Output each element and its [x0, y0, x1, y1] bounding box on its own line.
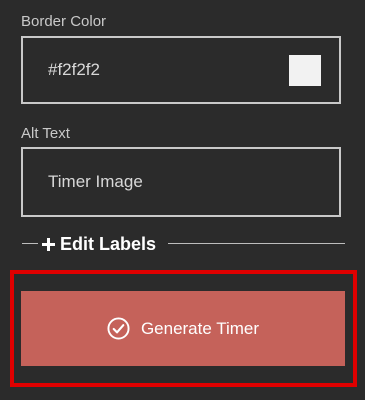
generate-timer-label: Generate Timer [140, 318, 260, 338]
color-swatch[interactable] [289, 55, 321, 86]
edit-labels-text: Edit Labels [60, 233, 157, 254]
check-circle-icon [107, 317, 130, 340]
divider-right [168, 243, 345, 244]
edit-labels-toggle[interactable]: Edit Labels [40, 232, 159, 256]
alt-text-field[interactable]: Timer Image [21, 147, 341, 217]
border-color-field[interactable]: #f2f2f2 [21, 36, 341, 104]
divider-left [22, 243, 38, 244]
plus-icon [42, 237, 55, 251]
border-color-label: Border Color [21, 13, 107, 30]
alt-text-value: Timer Image [48, 172, 143, 191]
border-color-value: #f2f2f2 [48, 60, 100, 79]
generate-timer-button[interactable]: Generate Timer [21, 291, 345, 366]
alt-text-label: Alt Text [21, 125, 70, 142]
